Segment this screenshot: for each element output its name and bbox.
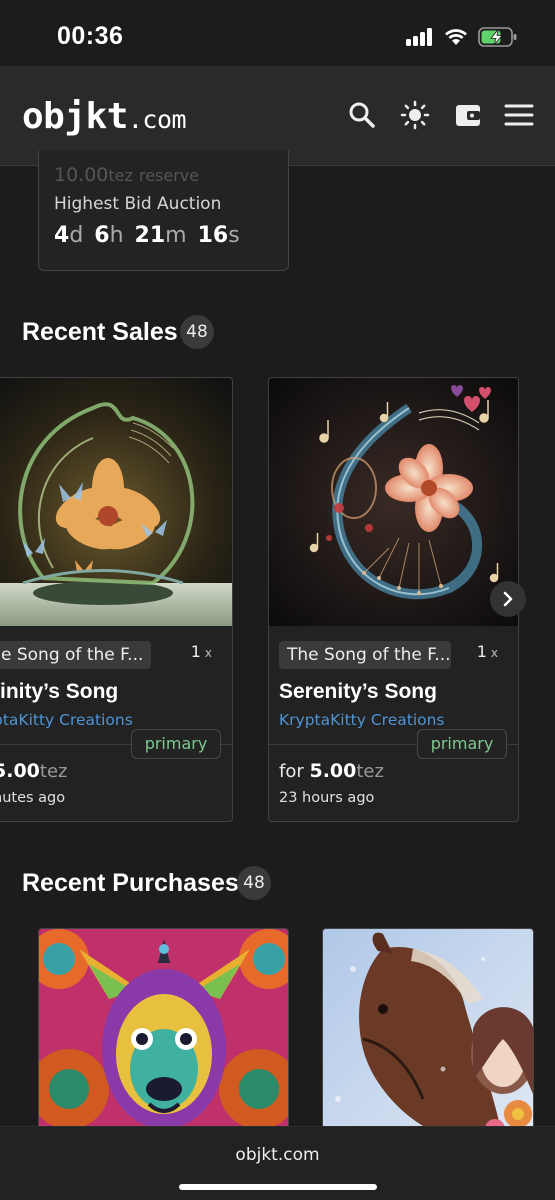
chevron-right-icon xyxy=(503,591,513,607)
browser-url-bar[interactable]: objkt.com xyxy=(0,1126,555,1200)
recent-sales-title: Recent Sales xyxy=(22,318,178,346)
auction-type: Highest Bid Auction xyxy=(54,194,222,214)
sale-time: 23 hours ago xyxy=(279,790,375,806)
recent-purchases-count: 48 xyxy=(237,866,271,900)
purchase-card[interactable] xyxy=(322,928,534,1138)
auction-card[interactable]: 10.00tez reserve Highest Bid Auction 4d 6… xyxy=(38,150,289,271)
search-icon[interactable] xyxy=(347,100,377,130)
artwork-image[interactable] xyxy=(323,929,534,1138)
sale-card[interactable]: The Song of the F... 1x Serenity’s Song … xyxy=(268,377,519,822)
home-indicator[interactable] xyxy=(179,1184,377,1190)
cellular-signal-icon xyxy=(406,28,434,46)
status-bar: 00:36 xyxy=(0,0,555,66)
auction-countdown: 4d 6h 21m 16s xyxy=(54,223,240,248)
sale-card[interactable]: e Song of the F... 1x finity’s Song ptaK… xyxy=(0,377,233,822)
status-time: 00:36 xyxy=(57,22,124,50)
sale-price: 5.00tez xyxy=(0,760,68,782)
purchase-card[interactable] xyxy=(38,928,289,1138)
edition-count: 1x xyxy=(476,642,498,661)
artwork-image[interactable] xyxy=(39,929,289,1138)
collection-tag[interactable]: The Song of the F... xyxy=(279,641,451,669)
primary-badge: primary xyxy=(131,729,221,759)
edition-count: 1x xyxy=(190,642,212,661)
site-logo[interactable]: objkt.com xyxy=(22,96,187,137)
battery-charging-icon xyxy=(478,27,517,47)
token-title[interactable]: Serenity’s Song xyxy=(279,680,437,704)
token-title[interactable]: finity’s Song xyxy=(0,680,118,704)
sale-price: for 5.00tez xyxy=(279,760,384,782)
theme-toggle-sun-icon[interactable] xyxy=(400,100,430,130)
hamburger-menu-icon[interactable] xyxy=(503,100,535,130)
collection-tag[interactable]: e Song of the F... xyxy=(0,641,152,669)
url-text[interactable]: objkt.com xyxy=(0,1145,555,1165)
auction-reserve: 10.00tez reserve xyxy=(54,164,200,186)
artwork-image[interactable] xyxy=(269,378,518,626)
creator-link[interactable]: ptaKitty Creations xyxy=(0,711,133,729)
recent-purchases-title: Recent Purchases xyxy=(22,869,239,897)
recent-sales-count: 48 xyxy=(180,315,214,349)
wifi-icon xyxy=(445,29,467,45)
carousel-next-button[interactable] xyxy=(490,581,526,617)
primary-badge: primary xyxy=(417,729,507,759)
artwork-image[interactable] xyxy=(0,378,232,626)
wallet-icon[interactable] xyxy=(453,100,483,130)
sale-time: nutes ago xyxy=(0,790,66,806)
creator-link[interactable]: KryptaKitty Creations xyxy=(279,711,445,729)
